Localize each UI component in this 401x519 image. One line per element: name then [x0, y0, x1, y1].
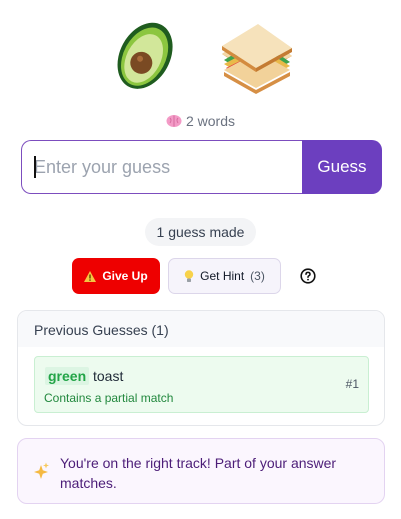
guess-count-badge: 1 guess made — [145, 218, 256, 246]
unmatched-word: toast — [93, 368, 124, 384]
sandwich-emoji-icon — [222, 24, 292, 94]
matched-word: green — [45, 367, 90, 385]
word-count-label: 2 words — [185, 113, 236, 129]
brain-icon — [166, 115, 182, 127]
warning-icon — [84, 270, 97, 282]
hint-count: (3) — [250, 269, 265, 283]
action-bar: Give Up Get Hint (3) — [0, 258, 401, 294]
emoji-clue-row — [0, 12, 401, 96]
lightbulb-icon — [184, 269, 194, 282]
get-hint-label: Get Hint — [200, 269, 245, 283]
previous-guesses-panel: Previous Guesses (1) green toast Contain… — [17, 310, 385, 426]
sparkle-icon — [34, 462, 49, 479]
give-up-label: Give Up — [102, 269, 148, 283]
feedback-banner: You're on the right track! Part of your … — [17, 438, 385, 504]
word-count: 2 words — [0, 113, 401, 129]
text-caret — [34, 156, 36, 178]
give-up-button[interactable]: Give Up — [72, 258, 160, 294]
guess-form: Guess — [21, 140, 382, 194]
guess-history-item: green toast Contains a partial match #1 — [34, 356, 369, 413]
question-circle-icon[interactable] — [300, 268, 316, 284]
guess-input[interactable] — [21, 140, 303, 194]
match-note: Contains a partial match — [44, 391, 174, 405]
get-hint-button[interactable]: Get Hint (3) — [168, 258, 281, 294]
feedback-message: You're on the right track! Part of your … — [60, 455, 337, 491]
avocado-emoji-icon — [117, 22, 173, 89]
guess-number: #1 — [345, 377, 359, 391]
guess-button[interactable]: Guess — [302, 140, 382, 194]
previous-guesses-title: Previous Guesses (1) — [18, 311, 384, 347]
